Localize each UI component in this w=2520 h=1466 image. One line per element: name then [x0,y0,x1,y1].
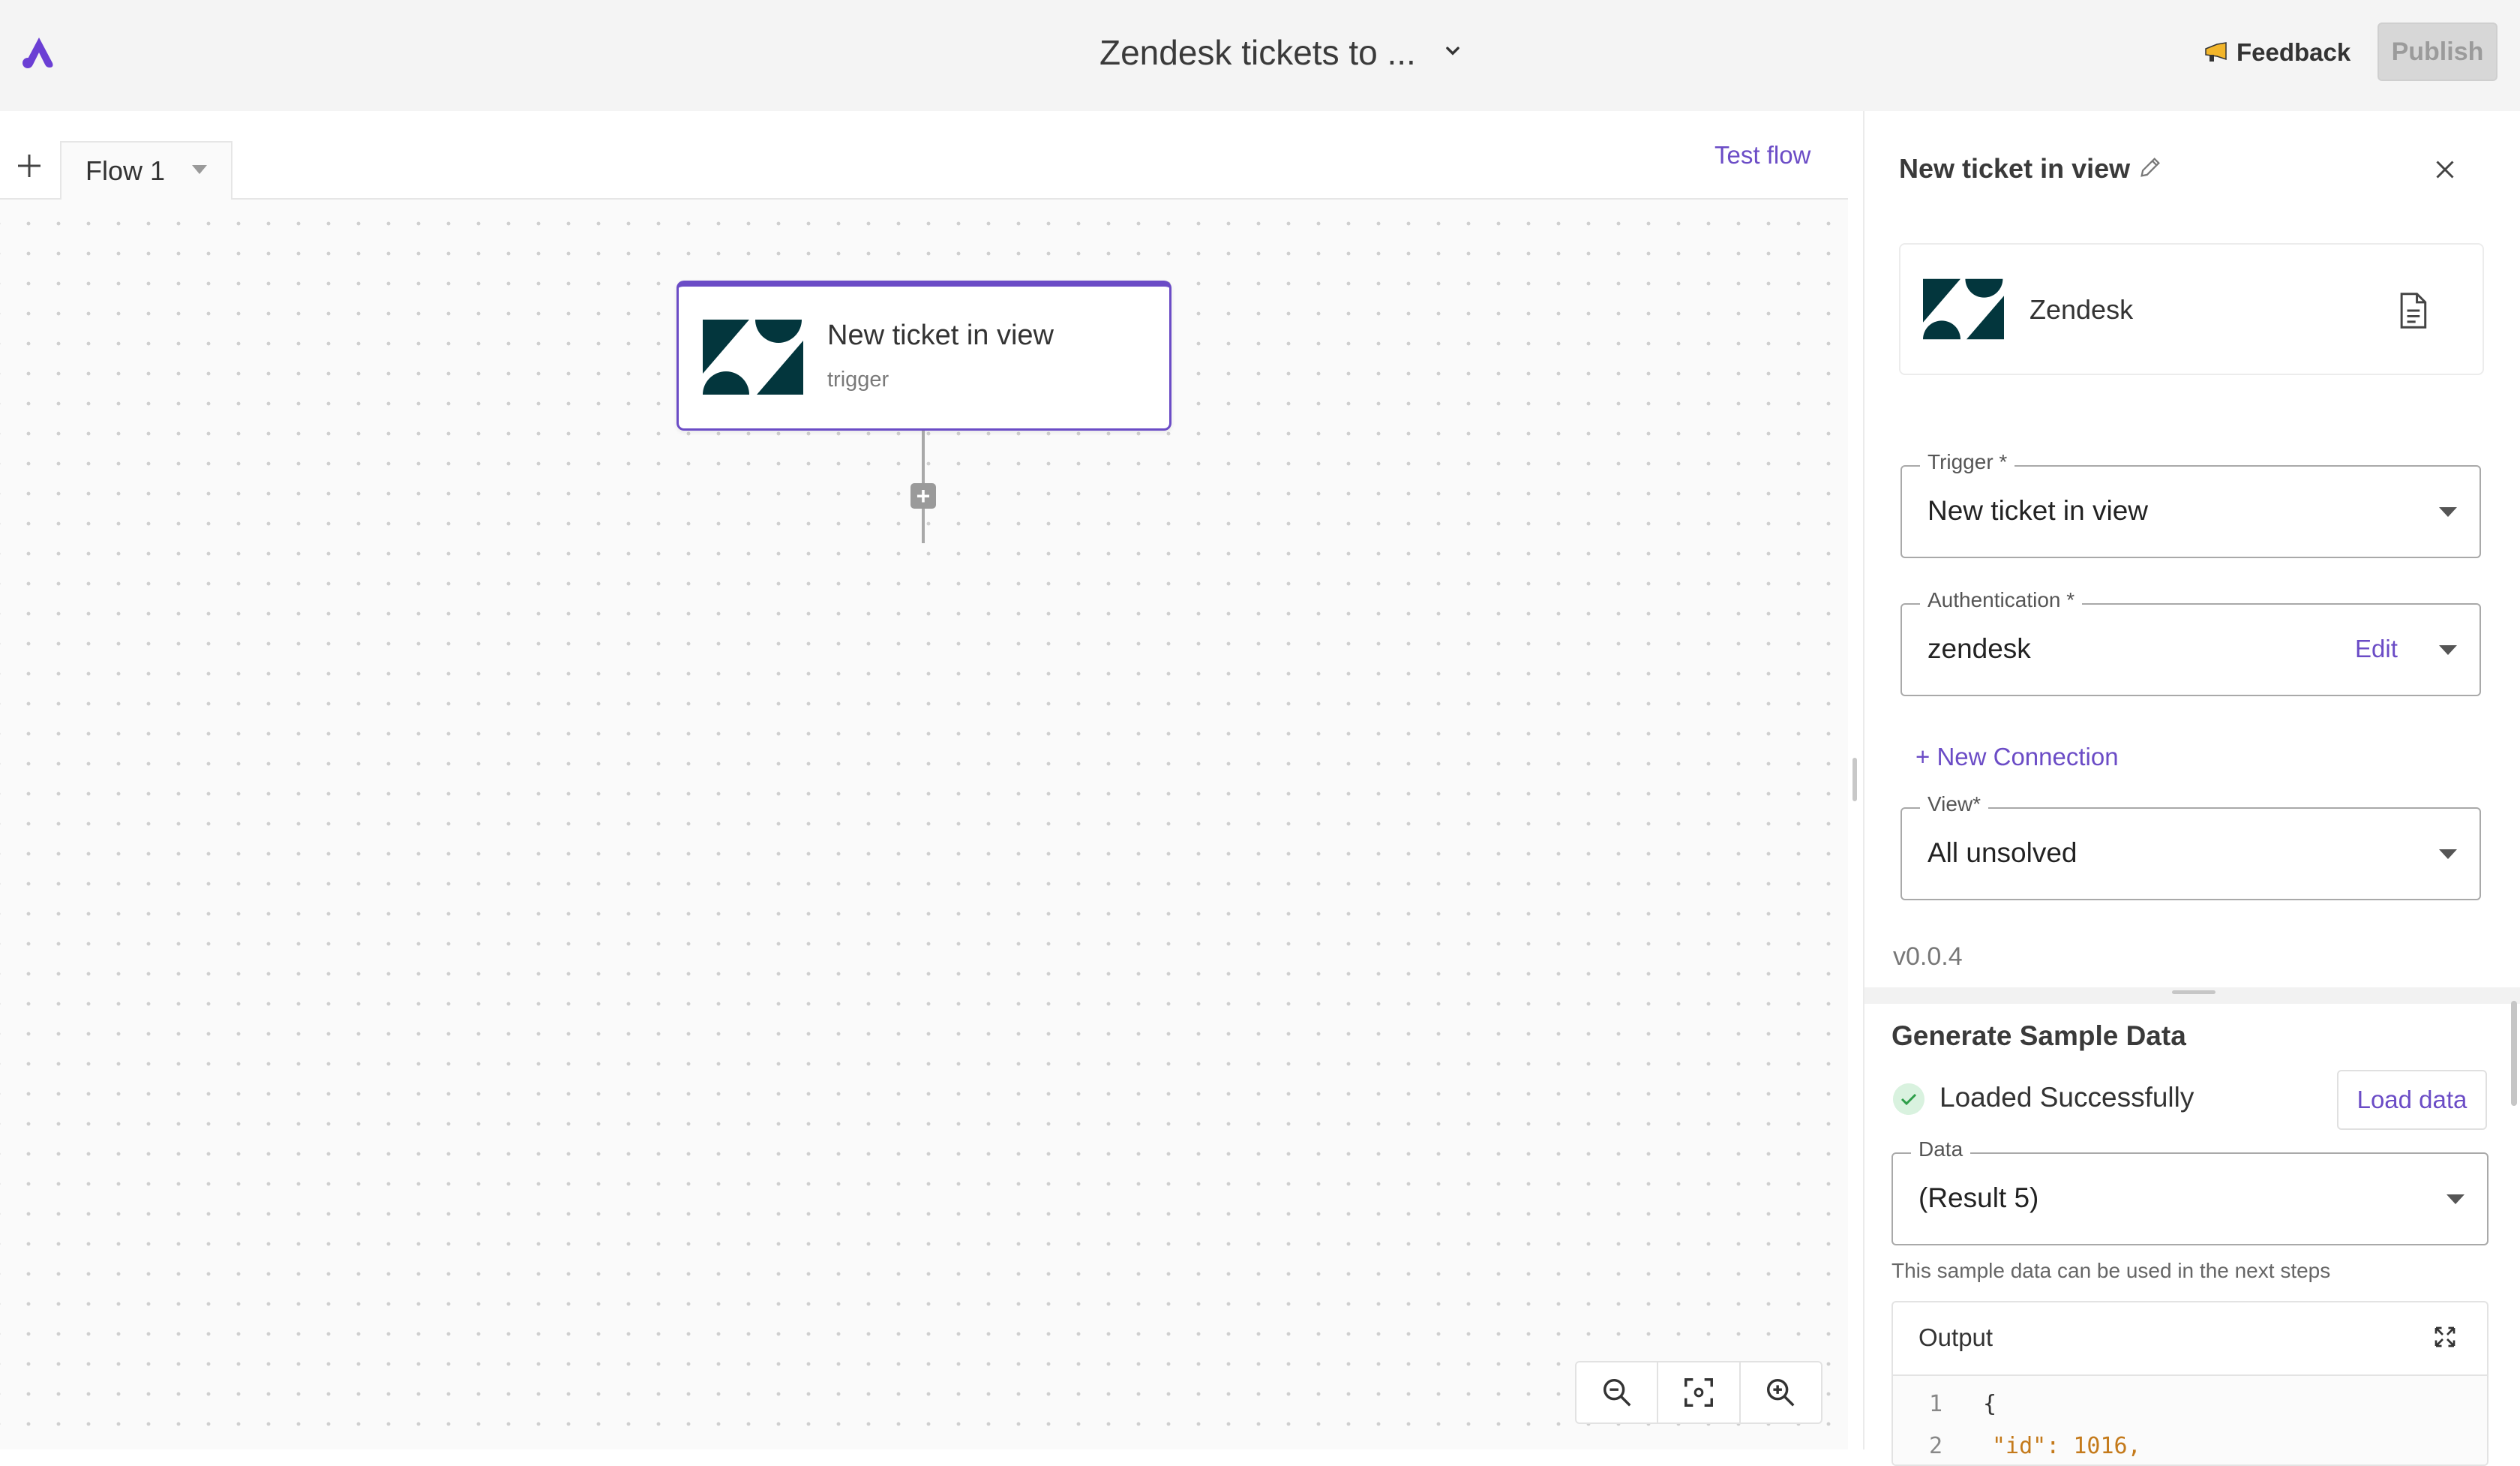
zoom-controls [1575,1361,1822,1424]
step-settings-panel: New ticket in view Zendesk Trigger * New… [1863,111,2520,1466]
line-number: 1 [1929,1391,1943,1417]
sample-data-title: Generate Sample Data [1892,1020,2186,1051]
new-connection-button[interactable]: + New Connection [1916,743,2119,771]
piece-name: Zendesk [2030,294,2134,325]
add-step-button[interactable]: + [910,483,936,509]
code-viewer[interactable]: 1 { 2 "id": 1016, [1893,1376,2487,1464]
publish-button[interactable]: Publish [2378,23,2498,81]
output-header: Output [1893,1302,2487,1376]
flow-title[interactable]: Zendesk tickets to ... [1100,29,1416,77]
piece-version: v0.0.4 [1893,942,1963,971]
megaphone-icon [2205,42,2227,62]
output-title: Output [1918,1323,1994,1351]
flow-canvas[interactable]: Flow 1 Test flow New ticket in view trig… [0,111,1848,1449]
load-data-button[interactable]: Load data [2337,1070,2487,1130]
zoom-in-button[interactable] [1741,1362,1821,1422]
data-label: Data [1911,1137,1971,1161]
caret-down-icon[interactable] [2439,507,2457,517]
panel-title: New ticket in view [1899,153,2131,184]
divider-grip[interactable] [2172,990,2216,994]
trigger-node[interactable]: New ticket in view trigger [676,281,1172,431]
data-value: (Result 5) [1918,1182,2039,1213]
feedback-button[interactable]: Feedback [2204,32,2350,74]
line-number: 2 [1929,1433,1943,1459]
authentication-label: Authentication * [1920,588,2083,612]
piece-card: Zendesk [1899,243,2484,375]
node-title: New ticket in view [827,320,1054,351]
caret-down-icon[interactable] [2446,1194,2464,1204]
feedback-label: Feedback [2236,38,2351,66]
data-select[interactable]: Data (Result 5) [1892,1137,2488,1245]
trigger-value: New ticket in view [1928,495,2149,526]
caret-down-icon[interactable] [2439,849,2457,859]
code-line: { [1983,1391,1997,1417]
authentication-value: zendesk [1928,633,2031,664]
close-icon[interactable] [2432,156,2458,183]
load-status: Loaded Successfully [1940,1082,2194,1113]
caret-down-icon[interactable] [2439,645,2457,655]
flow-tabbar: Flow 1 Test flow [0,111,1848,200]
code-line: "id": 1016, [1992,1433,2141,1459]
document-icon[interactable] [2396,291,2430,330]
chevron-down-icon[interactable] [1440,38,1466,63]
zoom-out-icon [1603,1378,1631,1407]
test-flow-button[interactable]: Test flow [1714,141,1810,170]
sample-data-hint: This sample data can be used in the next… [1892,1259,2331,1282]
zoom-out-button[interactable] [1576,1362,1659,1422]
tab-flow-1[interactable]: Flow 1 [60,141,232,200]
zendesk-icon [1923,278,2004,340]
output-box: Output 1 { 2 "id": 1016, [1892,1301,2488,1466]
trigger-label: Trigger * [1920,450,2015,474]
view-label: View* [1920,792,1989,816]
zendesk-icon [703,320,803,395]
tab-label: Flow 1 [86,155,166,186]
caret-down-icon[interactable] [192,165,207,174]
trigger-select[interactable]: Trigger * New ticket in view [1900,450,2481,558]
panel-scrollbar[interactable] [2511,1001,2517,1106]
check-icon [1893,1083,1924,1115]
expand-icon[interactable] [2432,1323,2458,1350]
plus-icon[interactable] [15,152,44,180]
fit-view-button[interactable] [1658,1362,1741,1422]
view-value: All unsolved [1928,837,2078,868]
authentication-select[interactable]: Authentication * zendesk Edit [1900,588,2481,696]
node-subtitle: trigger [827,368,890,392]
edit-connection-button[interactable]: Edit [2355,635,2398,663]
zoom-in-icon [1767,1378,1795,1407]
pencil-icon[interactable] [2138,155,2163,180]
view-select[interactable]: View* All unsolved [1900,792,2481,900]
app-logo-icon[interactable] [20,36,58,69]
fit-view-icon [1684,1378,1713,1407]
top-header: Zendesk tickets to ... Feedback Publish [0,0,2520,111]
panel-resize-handle[interactable] [1852,758,1857,801]
